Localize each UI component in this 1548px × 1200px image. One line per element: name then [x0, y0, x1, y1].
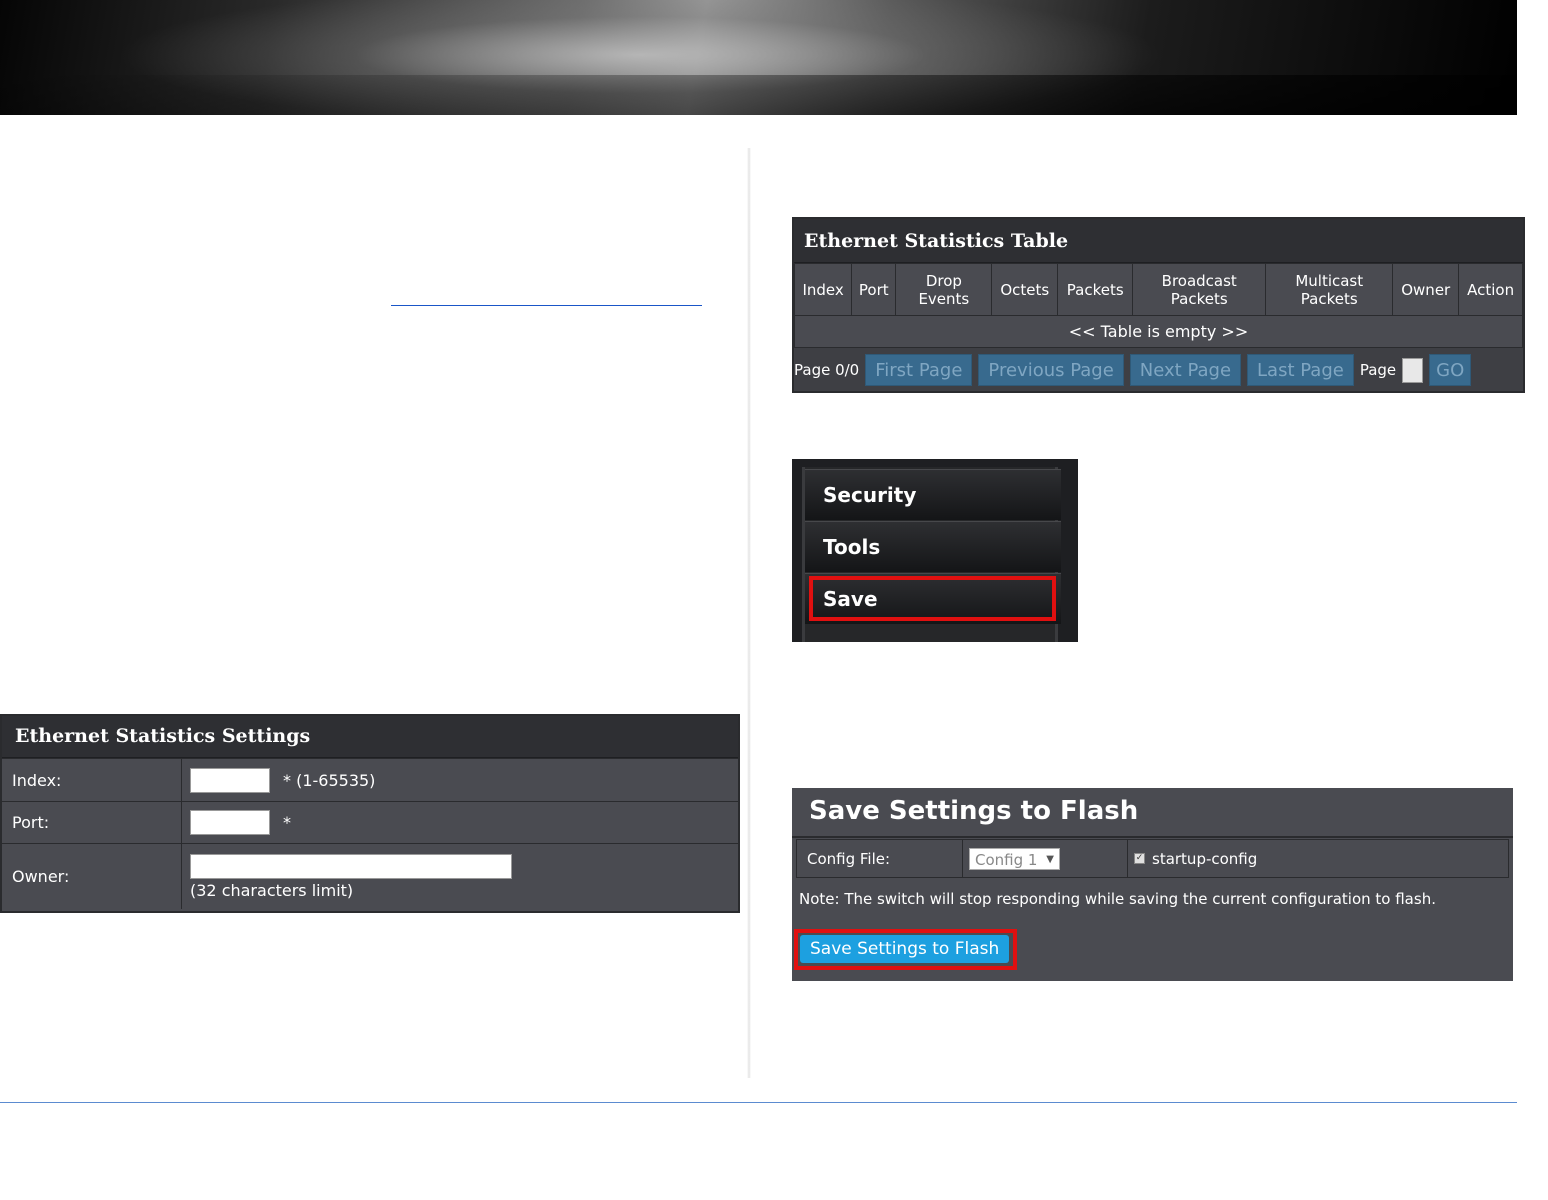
header-banner — [0, 0, 1517, 115]
link-underline[interactable] — [391, 305, 702, 306]
ethernet-statistics-settings-panel: Ethernet Statistics Settings Index: * (1… — [0, 714, 740, 913]
owner-hint: (32 characters limit) — [190, 880, 354, 900]
sidebar-menu: Security Tools Save — [792, 459, 1078, 642]
table-empty-message: << Table is empty >> — [794, 315, 1523, 348]
index-input[interactable] — [190, 767, 270, 793]
port-input[interactable] — [190, 810, 270, 835]
go-button[interactable]: GO — [1429, 354, 1472, 386]
col-port: Port — [851, 263, 897, 316]
index-field-cell: * (1-65535) — [182, 759, 738, 801]
index-hint: * (1-65535) — [283, 770, 376, 790]
stats-table-title: Ethernet Statistics Table — [794, 219, 1523, 263]
port-hint: * — [283, 813, 291, 832]
col-action: Action — [1458, 263, 1523, 316]
next-page-button[interactable]: Next Page — [1129, 354, 1242, 386]
footer-rule — [0, 1102, 1517, 1103]
startup-config-cell: ✓ startup-config — [1128, 840, 1508, 877]
port-label: Port: — [2, 802, 182, 843]
stats-table: Index Port Drop Events Octets Packets Br… — [793, 263, 1523, 348]
col-broadcast-packets: Broadcast Packets — [1132, 263, 1267, 316]
save-panel-title: Save Settings to Flash — [792, 788, 1513, 838]
owner-row: Owner: (32 characters limit) — [2, 843, 738, 909]
sidebar-item-security[interactable]: Security — [805, 469, 1061, 520]
col-multicast-packets: Multicast Packets — [1265, 263, 1394, 316]
col-owner: Owner — [1392, 263, 1460, 316]
column-divider — [747, 148, 751, 1078]
page-label: Page — [1359, 361, 1397, 379]
previous-page-button[interactable]: Previous Page — [978, 354, 1124, 386]
settings-title: Ethernet Statistics Settings — [2, 716, 738, 758]
owner-field-cell: (32 characters limit) — [182, 844, 738, 909]
port-row: Port: * — [2, 801, 738, 843]
startup-config-checkbox[interactable]: ✓ — [1134, 853, 1145, 864]
table-row: << Table is empty >> — [794, 315, 1523, 348]
save-highlight-box — [809, 576, 1056, 621]
config-file-selected: Config 1 — [975, 850, 1038, 869]
page-status: Page 0/0 — [794, 361, 860, 379]
save-note: Note: The switch will stop responding wh… — [799, 890, 1436, 908]
col-index: Index — [793, 263, 853, 316]
save-settings-panel: Save Settings to Flash Config File: Conf… — [792, 788, 1513, 981]
sidebar-item-tools[interactable]: Tools — [805, 521, 1061, 572]
save-button-highlight-box — [794, 929, 1017, 970]
ethernet-statistics-table-panel: Ethernet Statistics Table Index Port Dro… — [792, 217, 1525, 393]
first-page-button[interactable]: First Page — [865, 354, 973, 386]
config-file-row: Config File: Config 1 ▼ ✓ startup-config — [796, 839, 1509, 878]
index-row: Index: * (1-65535) — [2, 758, 738, 801]
index-label: Index: — [2, 759, 182, 801]
owner-input[interactable] — [190, 853, 512, 879]
startup-config-label: startup-config — [1152, 849, 1258, 868]
port-field-cell: * — [182, 802, 738, 843]
config-file-select[interactable]: Config 1 ▼ — [969, 847, 1060, 870]
owner-label: Owner: — [2, 844, 182, 909]
pager: Page 0/0 First Page Previous Page Next P… — [794, 348, 1523, 392]
last-page-button[interactable]: Last Page — [1247, 354, 1354, 386]
config-file-cell: Config 1 ▼ — [963, 840, 1128, 877]
col-packets: Packets — [1057, 263, 1134, 316]
chevron-down-icon: ▼ — [1046, 853, 1054, 865]
col-octets: Octets — [991, 263, 1059, 316]
table-header-row: Index Port Drop Events Octets Packets Br… — [793, 263, 1523, 316]
config-file-label: Config File: — [797, 840, 963, 877]
col-drop-events: Drop Events — [895, 263, 993, 316]
page-number-input[interactable] — [1402, 357, 1424, 383]
